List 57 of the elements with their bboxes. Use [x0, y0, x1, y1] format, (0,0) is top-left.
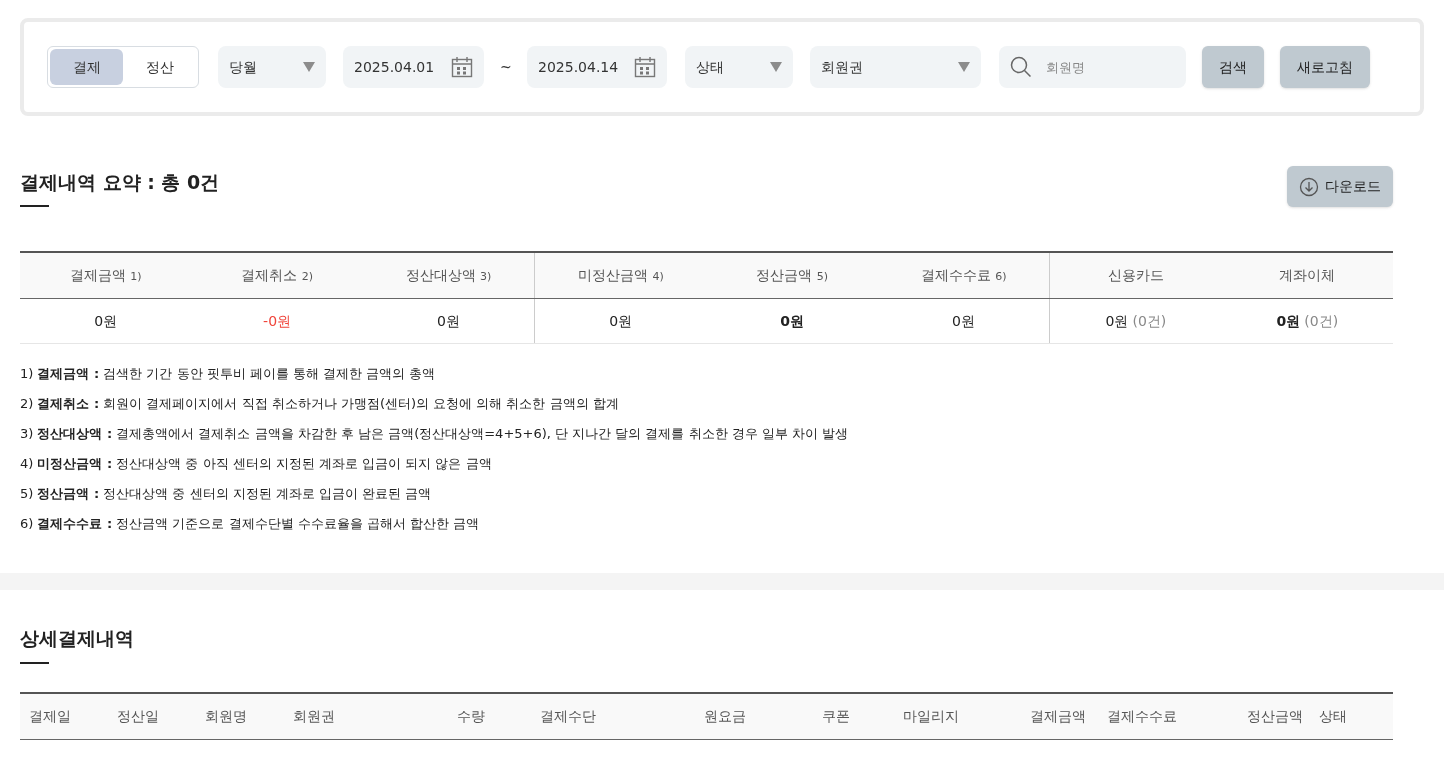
amount-value: 0원 — [780, 311, 805, 331]
amount-value: 0원 — [609, 311, 633, 331]
column-header: 회원권 — [293, 707, 335, 724]
column-header: 결제일 — [29, 707, 71, 724]
column-header: 결제수단 — [540, 707, 596, 724]
amount-value: 0원 — [94, 311, 118, 331]
status-select[interactable]: 상태 — [685, 46, 793, 88]
column-header: 수량 — [457, 707, 485, 724]
section-title: 결제내역 요약 : 총 0건 — [20, 170, 220, 195]
column-header: 쿠폰 — [822, 707, 850, 724]
column-header: 결제수수료 6) — [920, 266, 1007, 285]
amount-value: 0원 — [1105, 311, 1129, 331]
footnote: 6) 결제수수료 : 정산금액 기준으로 결제수단별 수수료율을 곱해서 합산한 금액 — [20, 515, 481, 533]
column-header: 결제수수료 — [1107, 707, 1177, 724]
column-header: 정산대상액 3) — [405, 266, 492, 285]
calendar-icon — [634, 56, 656, 78]
search-field[interactable]: 회원명 — [999, 46, 1186, 88]
download-button[interactable]: 다운로드 — [1287, 166, 1393, 207]
column-header: 신용카드 — [1107, 266, 1164, 285]
date-field[interactable]: 2025.04.01 — [343, 46, 484, 88]
column-header: 회원명 — [205, 707, 247, 724]
footnote: 5) 정산금액 : 정산대상액 중 센터의 지정된 계좌로 입금이 완료된 금액 — [20, 485, 433, 503]
column-header: 결제금액 1) — [69, 266, 142, 285]
footnote: 1) 결제금액 : 검색한 기간 동안 핏투비 페이를 통해 결제한 금액의 총액 — [20, 365, 437, 383]
footnote: 4) 미정산금액 : 정산대상액 중 아직 센터의 지정된 계좌로 입금이 되지 않은 금액 — [20, 455, 493, 473]
dropdown-caret-icon — [303, 62, 315, 72]
dropdown-caret-icon — [958, 62, 970, 72]
dropdown-caret-icon — [770, 62, 782, 72]
membership-select[interactable]: 회원권 — [810, 46, 981, 88]
column-header: 마일리지 — [903, 707, 959, 724]
count-value: (0건) — [1132, 311, 1167, 331]
column-header: 결제취소 2) — [241, 266, 313, 285]
column-header: 원요금 — [704, 707, 746, 724]
column-header: 정산일 — [117, 707, 159, 724]
mode-tab[interactable]: 결제 — [50, 49, 123, 85]
section-title: 상세결제내역 — [20, 626, 135, 651]
date-field[interactable]: 2025.04.14 — [527, 46, 667, 88]
period-select[interactable]: 당월 — [218, 46, 326, 88]
amount-value: 0원 — [1276, 311, 1301, 331]
count-value: (0건) — [1304, 311, 1339, 331]
amount-value: 0원 — [436, 311, 460, 331]
column-header: 결제금액 — [1030, 707, 1086, 724]
column-header: 미정산금액 4) — [577, 266, 664, 285]
amount-value: -0원 — [263, 311, 292, 331]
column-header: 상태 — [1319, 707, 1347, 724]
footnote: 3) 정산대상액 : 결제총액에서 결제취소 금액을 차감한 후 남은 금액(정산대상액=4+5+6), 단 지나간 달의 결제를 취소한 경우 일부 차이 발생 — [20, 425, 850, 443]
search-button[interactable]: 검색 — [1202, 46, 1264, 88]
calendar-icon — [451, 56, 473, 78]
footnote: 2) 결제취소 : 회원이 결제페이지에서 직접 취소하거나 가맹점(센터)의 요청에 의해 취소한 금액의 합계 — [20, 395, 620, 413]
search-icon — [1010, 56, 1032, 78]
column-header: 정산금액 5) — [756, 266, 829, 285]
column-header: 계좌이체 — [1279, 266, 1336, 285]
download-icon — [1299, 176, 1319, 197]
column-header: 정산금액 — [1247, 707, 1303, 724]
range-separator: ~ — [500, 57, 511, 77]
refresh-button[interactable]: 새로고침 — [1280, 46, 1370, 88]
amount-value: 0원 — [952, 311, 975, 331]
